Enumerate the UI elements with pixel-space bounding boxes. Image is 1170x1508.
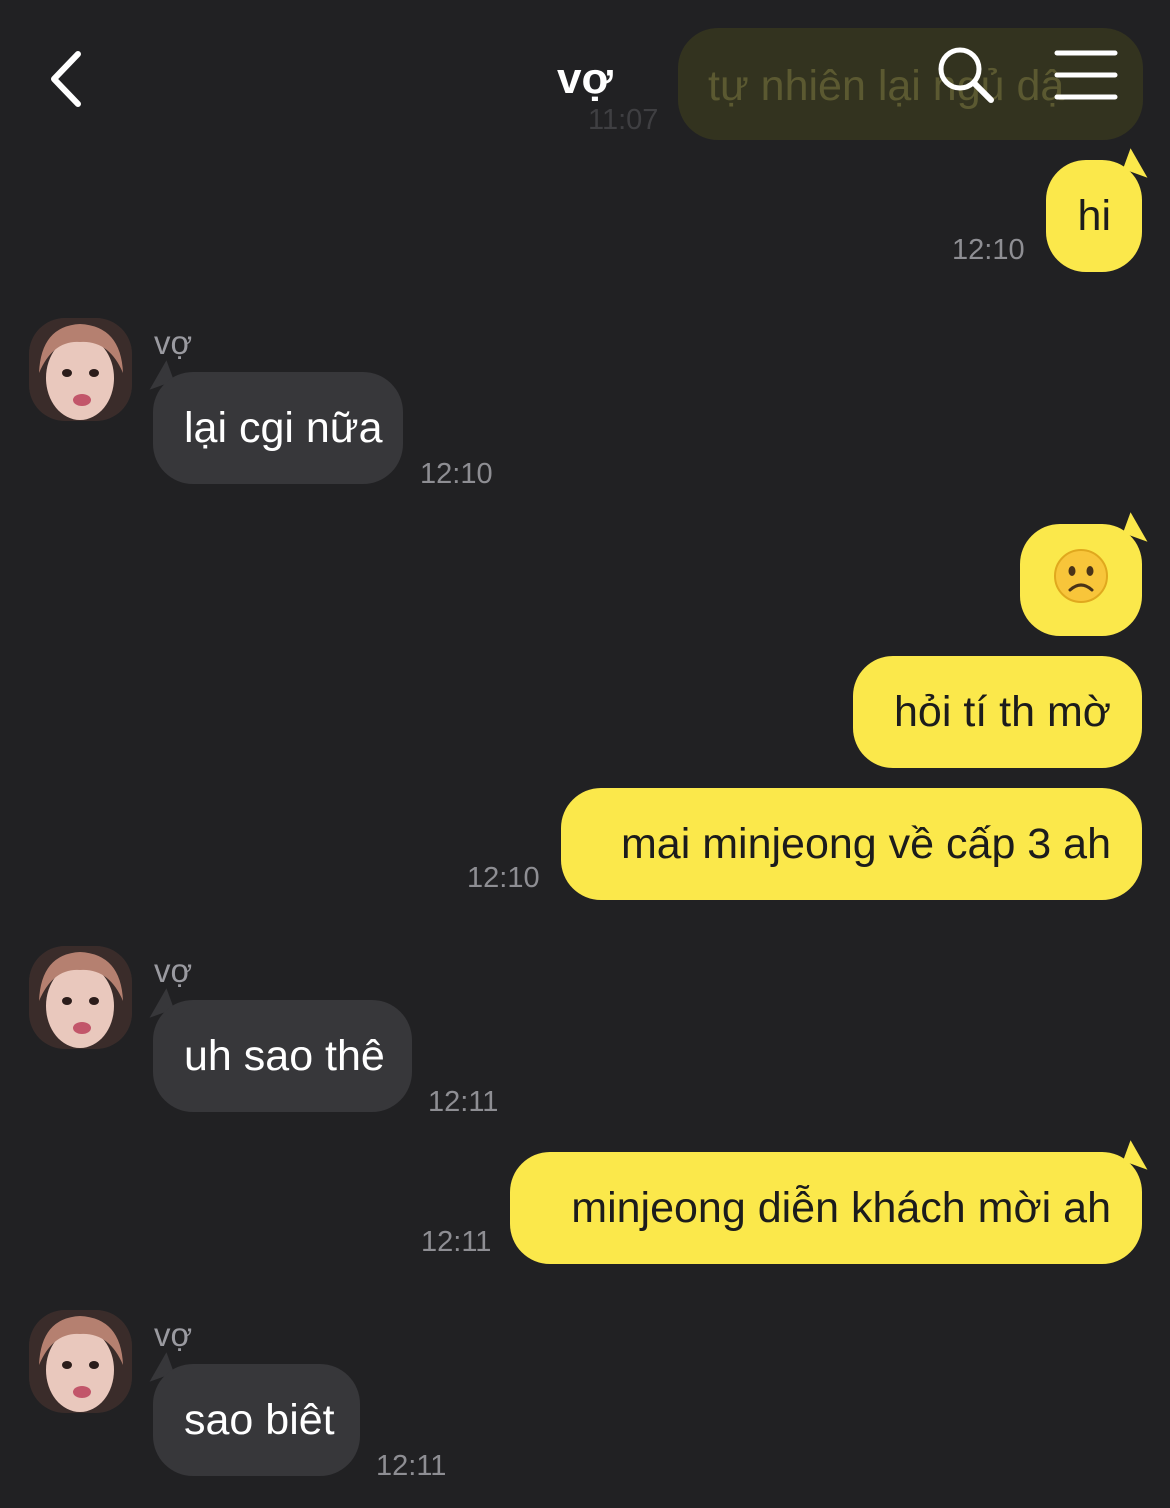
message-text: hỏi tí th mờ — [894, 687, 1111, 736]
message-time: 12:10 — [420, 458, 493, 490]
back-button[interactable] — [40, 44, 100, 114]
partial-message-text: tự nhiên lại ngủ dậ — [708, 62, 1065, 110]
chat-title: vợ — [557, 54, 613, 103]
menu-button[interactable] — [1054, 48, 1118, 102]
incoming-message-bubble[interactable]: uh sao thê — [153, 1000, 412, 1112]
avatar-image — [29, 1310, 132, 1413]
sender-name: vợ — [154, 324, 193, 361]
chevron-left-icon — [51, 51, 81, 107]
message-text: uh sao thê — [184, 1031, 385, 1080]
sender-name: vợ — [154, 952, 193, 989]
message-text: minjeong diễn khách mời ah — [571, 1183, 1111, 1232]
outgoing-message-bubble[interactable]: mai minjeong về cấp 3 ah — [561, 788, 1142, 900]
message-text: hi — [1077, 191, 1111, 240]
avatar-image — [29, 946, 132, 1049]
message-time: 12:11 — [428, 1086, 499, 1118]
message-time: 12:10 — [467, 862, 540, 894]
message-text: lại cgi nữa — [184, 403, 383, 452]
message-text: sao biêt — [184, 1395, 335, 1444]
avatar[interactable] — [29, 946, 132, 1049]
hamburger-menu-icon — [1054, 50, 1118, 100]
frowning-face-emoji — [1053, 548, 1109, 612]
avatar[interactable] — [29, 1310, 132, 1413]
incoming-message-bubble[interactable]: lại cgi nữa — [153, 372, 403, 484]
sender-name: vợ — [154, 1316, 193, 1353]
outgoing-message-bubble[interactable]: hỏi tí th mờ — [853, 656, 1142, 768]
partial-message-time: 11:07 — [588, 104, 659, 136]
message-time: 12:11 — [376, 1450, 447, 1482]
search-button[interactable] — [935, 44, 997, 106]
search-icon — [938, 47, 994, 103]
avatar-image — [29, 318, 132, 421]
avatar[interactable] — [29, 318, 132, 421]
outgoing-message-bubble[interactable]: minjeong diễn khách mời ah — [510, 1152, 1142, 1264]
outgoing-message-bubble[interactable]: hi — [1046, 160, 1142, 272]
message-time: 12:10 — [952, 234, 1025, 266]
message-text: mai minjeong về cấp 3 ah — [620, 819, 1111, 868]
incoming-message-bubble[interactable]: sao biêt — [153, 1364, 360, 1476]
outgoing-message-bubble[interactable] — [1020, 524, 1142, 636]
message-time: 12:11 — [421, 1226, 492, 1258]
